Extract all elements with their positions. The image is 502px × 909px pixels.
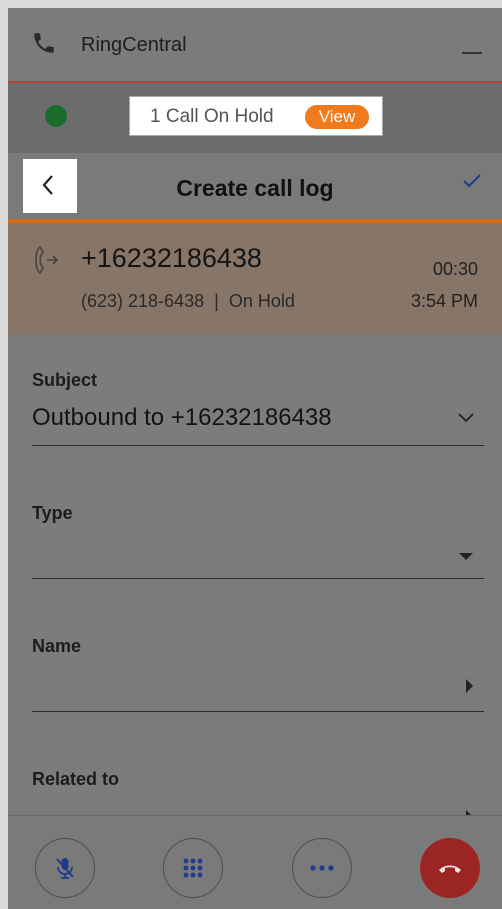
hangup-icon xyxy=(439,865,461,873)
subject-value[interactable]: Outbound to +16232186438 xyxy=(32,404,332,432)
caret-right-icon[interactable] xyxy=(465,678,474,699)
keypad-button[interactable] xyxy=(163,838,223,898)
formatted-number: (623) 218-6438 xyxy=(81,291,205,311)
hold-bar: 1 Call On Hold View xyxy=(8,83,502,153)
call-duration: 00:30 xyxy=(432,259,478,279)
subject-field[interactable]: Subject Outbound to +16232186438 xyxy=(32,360,484,446)
more-button[interactable] xyxy=(292,838,352,898)
view-button[interactable]: View xyxy=(305,105,369,129)
type-field[interactable]: Type xyxy=(32,493,484,579)
keypad-icon xyxy=(183,858,203,878)
call-info: +16232186438 00:30 (623) 218-6438 | On H… xyxy=(8,223,502,335)
call-controls xyxy=(8,815,502,909)
chevron-down-icon[interactable] xyxy=(458,410,474,428)
phone-icon xyxy=(31,30,57,56)
app-window: RingCentral 1 Call On Hold View Create c… xyxy=(8,8,502,909)
subject-label: Subject xyxy=(32,370,98,390)
call-time: 3:54 PM xyxy=(410,291,478,311)
page-header: Create call log xyxy=(8,153,502,223)
app-title: RingCentral xyxy=(81,34,187,56)
call-log-form: Subject Outbound to +16232186438 Type Na… xyxy=(8,335,502,824)
check-icon[interactable] xyxy=(462,173,482,194)
page-title: Create call log xyxy=(176,175,334,201)
call-status: On Hold xyxy=(228,291,295,311)
type-label: Type xyxy=(32,503,73,523)
call-subline: (623) 218-6438 | On Hold xyxy=(81,291,295,312)
call-number: +16232186438 xyxy=(81,243,262,273)
related-label: Related to xyxy=(32,769,120,789)
caret-down-icon[interactable] xyxy=(458,548,474,566)
mute-button[interactable] xyxy=(35,838,95,898)
outbound-call-icon xyxy=(34,243,60,282)
title-bar: RingCentral xyxy=(8,8,502,83)
hold-text: 1 Call On Hold xyxy=(150,106,274,127)
separator: | xyxy=(214,291,219,311)
minimize-icon[interactable] xyxy=(462,52,482,54)
name-label: Name xyxy=(32,636,82,656)
status-dot xyxy=(45,105,67,127)
hangup-button[interactable] xyxy=(420,838,480,898)
name-field[interactable]: Name xyxy=(32,626,484,712)
hold-notice: 1 Call On Hold View xyxy=(129,96,383,136)
mute-icon xyxy=(56,858,74,879)
more-icon xyxy=(310,865,334,871)
